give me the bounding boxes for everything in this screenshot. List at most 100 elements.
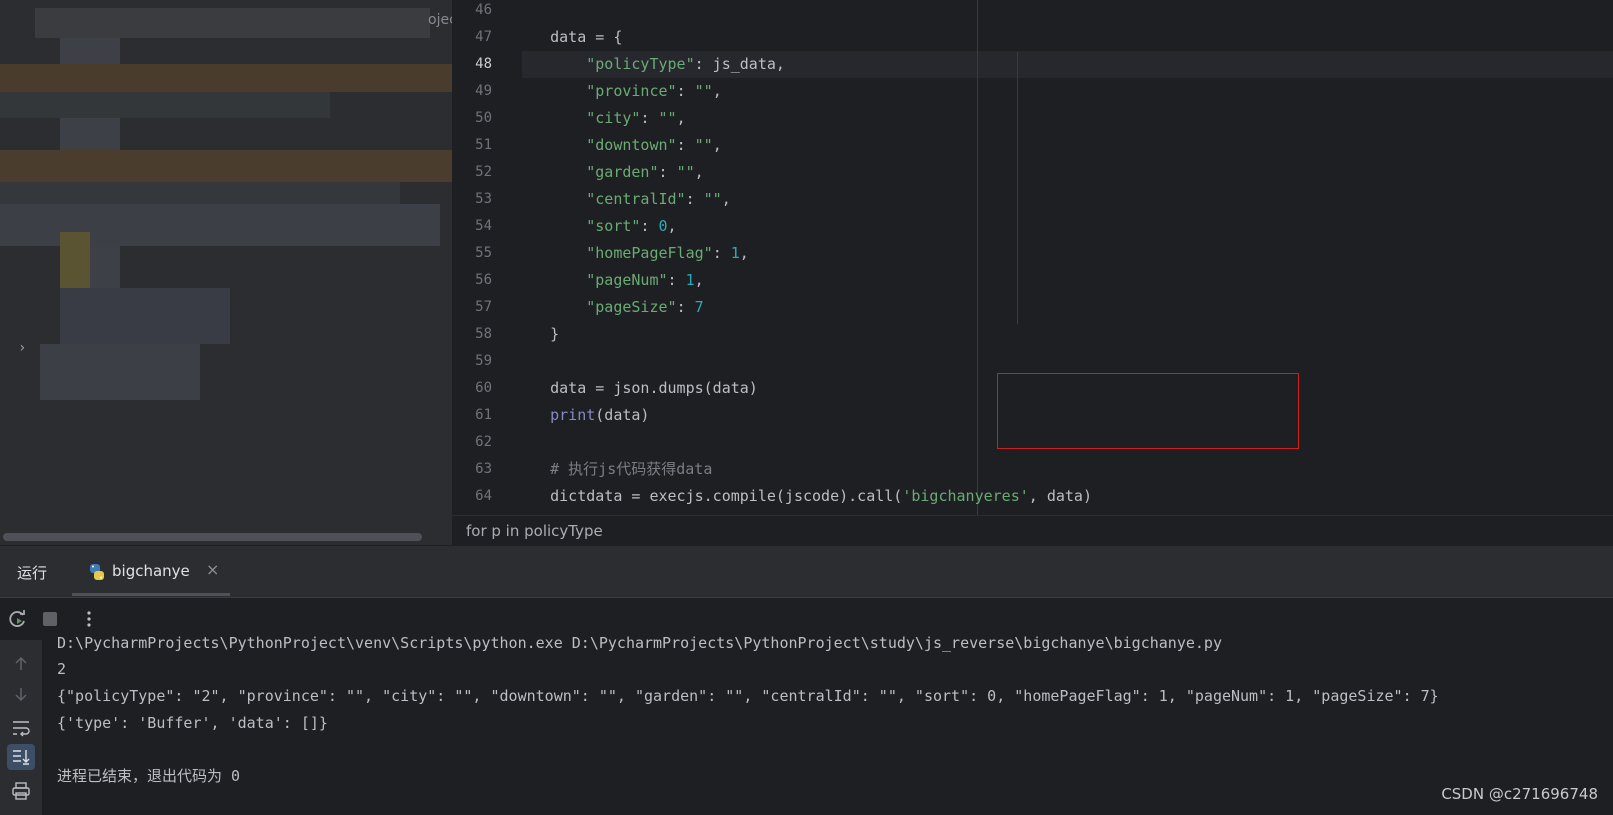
line-number[interactable]: 46 [452, 0, 492, 24]
line-number[interactable]: 57 [452, 294, 492, 321]
line-number[interactable]: 53 [452, 186, 492, 213]
code-line[interactable]: "city": "", [514, 105, 685, 132]
run-tool-window-title: 运行 [17, 564, 48, 582]
code-token: 7 [694, 298, 704, 316]
code-token: , [694, 163, 704, 181]
code-token: : [667, 271, 686, 289]
code-token: , [721, 190, 731, 208]
blur-block [0, 182, 400, 204]
editor-breadcrumb[interactable]: for p in policyType [452, 515, 1613, 545]
code-token: dictdata = execjs.compile(jscode).call( [514, 487, 903, 505]
blur-block [0, 64, 452, 92]
line-number[interactable]: 64 [452, 483, 492, 510]
code-line[interactable]: } [514, 321, 559, 348]
code-token: : [676, 136, 695, 154]
code-line[interactable]: "sort": 0, [514, 213, 676, 240]
code-line[interactable]: "homePageFlag": 1, [514, 240, 749, 267]
line-number-gutter[interactable]: 46 47 48 49 50 51 52 53 54 55 56 57 58 59 60 61 62 63 64 [452, 0, 522, 515]
project-edge-text: ojec [428, 12, 452, 28]
line-number[interactable]: 50 [452, 105, 492, 132]
code-token: "homePageFlag" [586, 244, 713, 262]
code-line[interactable]: data = { [514, 24, 622, 51]
line-number[interactable]: 62 [452, 429, 492, 456]
code-token: : [676, 82, 695, 100]
line-number[interactable]: 54 [452, 213, 492, 240]
project-horizontal-scrollbar[interactable] [3, 533, 422, 541]
run-tab-bigchanye[interactable]: bigchanye × [72, 546, 230, 598]
code-token: "" [703, 190, 722, 208]
code-token: , [694, 271, 704, 289]
code-token: print [550, 406, 596, 424]
run-tool-window-header: 运行 bigchanye × [0, 545, 1613, 598]
code-token: : [640, 217, 659, 235]
code-line[interactable]: dictdata = execjs.compile(jscode).call('… [514, 483, 1092, 510]
line-number[interactable]: 47 [452, 24, 492, 51]
code-token: 1 [730, 244, 740, 262]
code-line[interactable]: "policyType": js_data, [514, 51, 785, 78]
code-token: data = json.dumps(data) [514, 379, 758, 397]
line-number[interactable]: 55 [452, 240, 492, 267]
soft-wrap-icon[interactable] [11, 719, 31, 737]
active-tab-indicator [72, 593, 230, 596]
code-token: data = { [514, 28, 623, 46]
arrow-up-icon[interactable] [13, 656, 29, 672]
code-line[interactable]: "garden": "", [514, 159, 704, 186]
code-token: , [739, 244, 749, 262]
annotation-red-box [997, 373, 1299, 449]
line-number[interactable]: 59 [452, 348, 492, 375]
code-line[interactable]: # 执行js代码获得data [514, 456, 712, 483]
code-token: "sort" [586, 217, 641, 235]
code-line[interactable]: data = json.dumps(data) [514, 375, 758, 402]
line-number[interactable]: 63 [452, 456, 492, 483]
indent-guide [977, 0, 978, 515]
blur-block [40, 344, 200, 400]
code-token: : [640, 109, 659, 127]
close-icon[interactable]: × [206, 560, 219, 579]
rerun-icon[interactable] [8, 609, 28, 629]
scroll-to-end-toggle[interactable] [7, 744, 35, 770]
print-icon[interactable] [11, 782, 31, 800]
code-token: "" [676, 163, 695, 181]
code-line[interactable]: "downtown": "", [514, 132, 721, 159]
code-token: , data) [1028, 487, 1092, 505]
line-number[interactable]: 60 [452, 375, 492, 402]
run-side-toolbar [0, 640, 42, 815]
code-token: # 执行js代码获得data [514, 460, 713, 478]
code-line[interactable]: "province": "", [514, 78, 722, 105]
more-options-icon[interactable] [84, 609, 94, 629]
code-line[interactable]: "centralId": "", [514, 186, 731, 213]
arrow-down-icon[interactable] [13, 686, 29, 702]
code-line[interactable]: print(data) [514, 402, 649, 429]
code-token: : [676, 298, 695, 316]
code-token: 0 [658, 217, 668, 235]
line-number[interactable]: 58 [452, 321, 492, 348]
line-number[interactable]: 49 [452, 78, 492, 105]
code-line[interactable]: "pageSize": 7 [514, 294, 704, 321]
line-number[interactable]: 56 [452, 267, 492, 294]
line-number[interactable]: 51 [452, 132, 492, 159]
stop-icon[interactable] [42, 611, 58, 627]
blur-block [0, 150, 452, 182]
indent-guide [1017, 52, 1018, 324]
code-token: "" [694, 136, 713, 154]
code-editor[interactable]: 46 47 48 49 50 51 52 53 54 55 56 57 58 59 60 61 62 63 64 d… [452, 0, 1613, 515]
line-number[interactable]: 48 [452, 51, 492, 78]
code-line[interactable]: "pageNum": 1, [514, 267, 704, 294]
blur-block [35, 8, 430, 38]
line-number[interactable]: 61 [452, 402, 492, 429]
chevron-right-icon[interactable]: › [18, 340, 26, 356]
code-token: 1 [685, 271, 695, 289]
line-number[interactable]: 52 [452, 159, 492, 186]
code-token: , [712, 82, 722, 100]
code-token: "city" [586, 109, 641, 127]
watermark: CSDN @c271696748 [1441, 785, 1598, 803]
run-console-output[interactable]: D:\PycharmProjects\PythonProject\venv\Sc… [42, 634, 1613, 815]
